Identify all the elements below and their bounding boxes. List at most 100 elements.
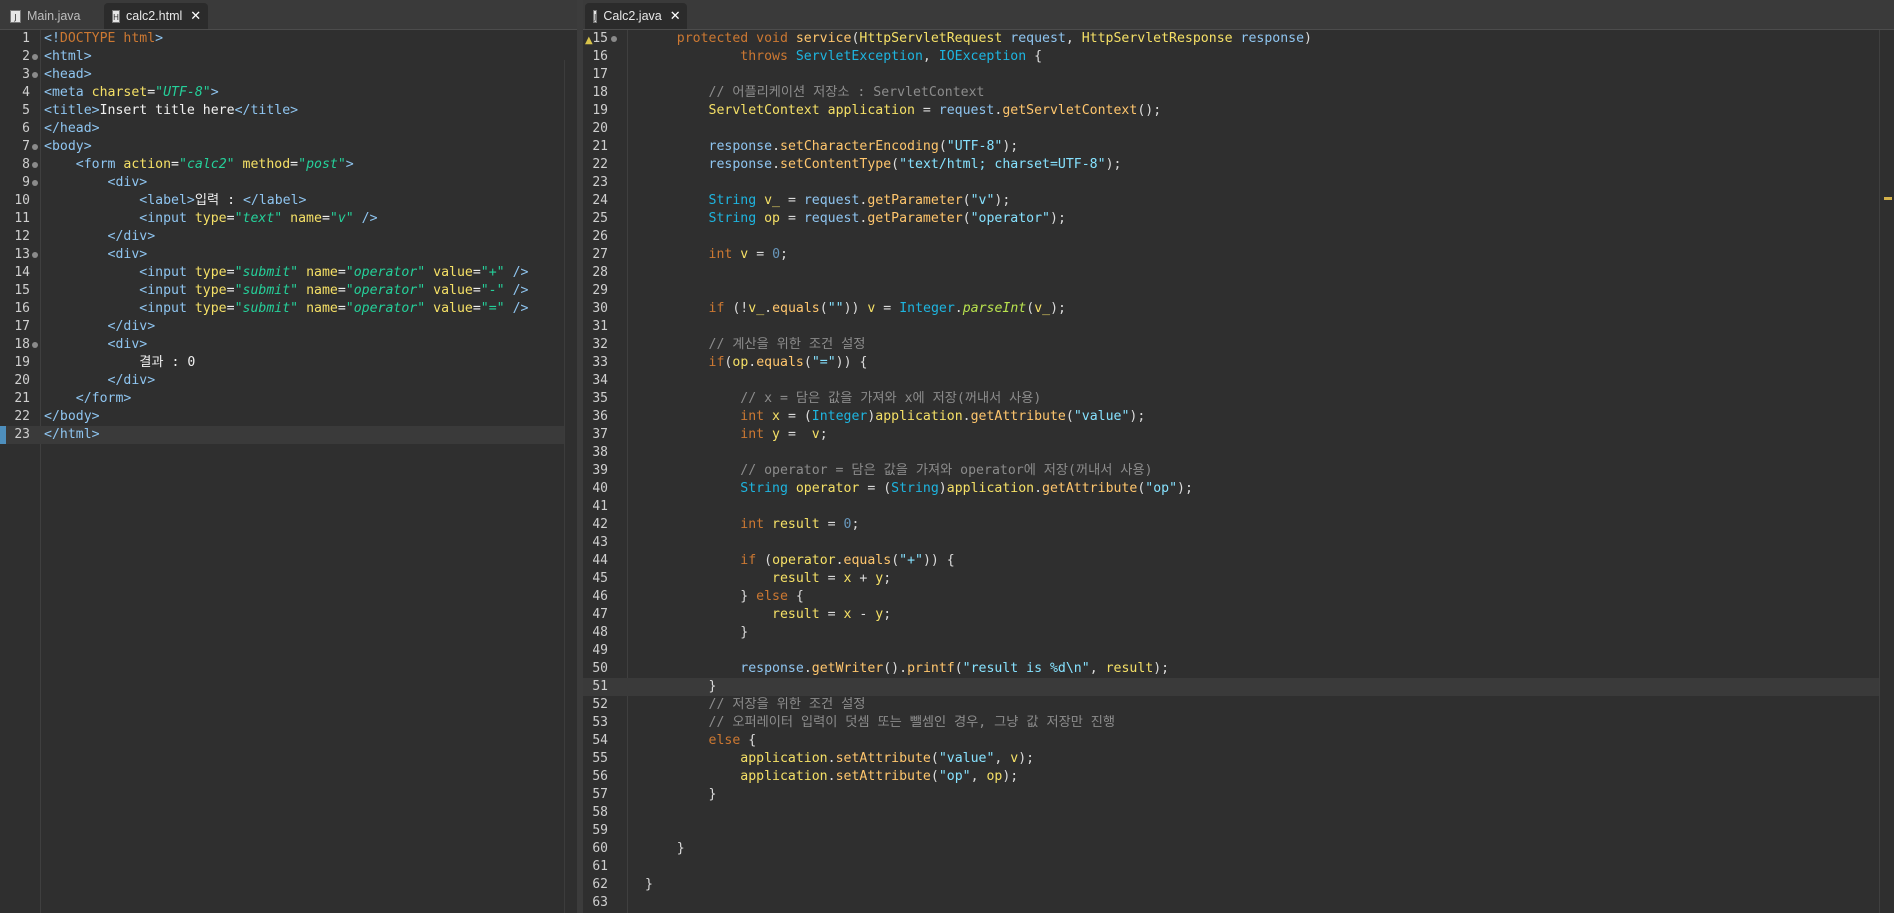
close-icon[interactable]: ✕ bbox=[190, 9, 201, 24]
code-line[interactable]: 53 // 오퍼레이터 입력이 덧셈 또는 뺄셈인 경우, 그냥 값 저장만 진… bbox=[583, 714, 1894, 732]
code-line[interactable]: 60 } bbox=[583, 840, 1894, 858]
code-line[interactable]: 17 bbox=[583, 66, 1894, 84]
code-line[interactable]: 11 <input type="text" name="v" /> bbox=[0, 210, 577, 228]
code-token: ( bbox=[962, 193, 971, 208]
code-line[interactable]: 7 <body> bbox=[0, 138, 577, 156]
code-line[interactable]: 26 bbox=[583, 228, 1894, 246]
code-line[interactable]: 52 // 저장을 위한 조건 설정 bbox=[583, 696, 1894, 714]
code-token: "operator" bbox=[345, 301, 426, 316]
fold-toggle-icon[interactable] bbox=[32, 180, 38, 186]
code-line[interactable]: 39 // operator = 담은 값을 가져와 operator에 저장(… bbox=[583, 462, 1894, 480]
code-line[interactable]: 48 } bbox=[583, 624, 1894, 642]
code-line[interactable]: 54 else { bbox=[583, 732, 1894, 750]
tab-calc2-html[interactable]: H calc2.html ✕ bbox=[104, 3, 208, 29]
line-number: 36 bbox=[592, 409, 608, 424]
fold-toggle-icon[interactable] bbox=[32, 342, 38, 348]
fold-toggle-icon[interactable] bbox=[611, 36, 617, 42]
tab-calc2-java[interactable]: J Calc2.java ✕ bbox=[585, 3, 687, 29]
code-line[interactable]: 50 response.getWriter().printf("result i… bbox=[583, 660, 1894, 678]
code-line[interactable]: 59 bbox=[583, 822, 1894, 840]
code-line[interactable]: 31 bbox=[583, 318, 1894, 336]
line-number: 43 bbox=[592, 535, 608, 550]
code-line[interactable]: 46 } else { bbox=[583, 588, 1894, 606]
fold-toggle-icon[interactable] bbox=[32, 144, 38, 150]
code-line[interactable]: 40 String operator = (String)application… bbox=[583, 480, 1894, 498]
tab-main-java[interactable]: J Main.java bbox=[2, 3, 102, 29]
code-line[interactable]: 56 application.setAttribute("op", op); bbox=[583, 768, 1894, 786]
code-line[interactable]: 14 <input type="submit" name="operator" … bbox=[0, 264, 577, 282]
code-line[interactable]: 27 int v = 0; bbox=[583, 246, 1894, 264]
fold-toggle-icon[interactable] bbox=[32, 54, 38, 60]
code-line[interactable]: 19 결과 : 0 bbox=[0, 354, 577, 372]
overview-ruler[interactable] bbox=[1879, 30, 1894, 913]
code-token: . bbox=[1034, 481, 1043, 496]
code-line[interactable]: 37 int y = v; bbox=[583, 426, 1894, 444]
current-line[interactable]: 51 } bbox=[583, 678, 1894, 696]
code-line[interactable]: 2 <html> bbox=[0, 48, 577, 66]
code-text: <form action="calc2" method="post"> bbox=[44, 156, 354, 174]
code-line[interactable]: 55 application.setAttribute("value", v); bbox=[583, 750, 1894, 768]
code-line[interactable]: 13 <div> bbox=[0, 246, 577, 264]
code-line[interactable]: 15 <input type="submit" name="operator" … bbox=[0, 282, 577, 300]
code-line[interactable]: 63 bbox=[583, 894, 1894, 912]
code-line[interactable]: 19 ServletContext application = request.… bbox=[583, 102, 1894, 120]
vertical-scrollbar[interactable] bbox=[564, 60, 577, 913]
code-line[interactable]: 3 <head> bbox=[0, 66, 577, 84]
code-line[interactable]: 29 bbox=[583, 282, 1894, 300]
code-line[interactable]: 25 String op = request.getParameter("ope… bbox=[583, 210, 1894, 228]
html-code-editor[interactable]: 1 <!DOCTYPE html> 2 <html> 3 <head> 4 <meta cha… bbox=[0, 30, 577, 913]
code-token: application bbox=[827, 103, 915, 118]
java-code-editor[interactable]: 15 ▲ protected void service(HttpServletRe… bbox=[583, 30, 1894, 913]
code-line[interactable]: 1 <!DOCTYPE html> bbox=[0, 30, 577, 48]
code-line[interactable]: 20 bbox=[583, 120, 1894, 138]
code-line[interactable]: 16 throws ServletException, IOException … bbox=[583, 48, 1894, 66]
code-line[interactable]: 21 response.setCharacterEncoding("UTF-8"… bbox=[583, 138, 1894, 156]
code-line[interactable]: 42 int result = 0; bbox=[583, 516, 1894, 534]
code-line[interactable]: 16 <input type="submit" name="operator" … bbox=[0, 300, 577, 318]
fold-toggle-icon[interactable] bbox=[32, 162, 38, 168]
current-line[interactable]: 23 </html> bbox=[0, 426, 577, 444]
code-line[interactable]: 58 bbox=[583, 804, 1894, 822]
code-line[interactable]: 35 // x = 담은 값을 가져와 x에 저장(꺼내서 사용) bbox=[583, 390, 1894, 408]
code-token: ( bbox=[1065, 409, 1074, 424]
code-line[interactable]: 38 bbox=[583, 444, 1894, 462]
code-line[interactable]: 57 } bbox=[583, 786, 1894, 804]
code-line[interactable]: 62} bbox=[583, 876, 1894, 894]
code-line[interactable]: 32 // 계산을 위한 조건 설정 bbox=[583, 336, 1894, 354]
code-line[interactable]: 49 bbox=[583, 642, 1894, 660]
code-line[interactable]: 6 </head> bbox=[0, 120, 577, 138]
warning-marker[interactable] bbox=[1884, 197, 1892, 200]
code-line[interactable]: 45 result = x + y; bbox=[583, 570, 1894, 588]
code-line[interactable]: 18 // 어플리케이션 저장소 : ServletContext bbox=[583, 84, 1894, 102]
code-line[interactable]: 10 <label>입력 : </label> bbox=[0, 192, 577, 210]
close-icon[interactable]: ✕ bbox=[670, 9, 681, 24]
code-line[interactable]: 23 bbox=[583, 174, 1894, 192]
fold-toggle-icon[interactable] bbox=[32, 72, 38, 78]
code-line[interactable]: 21 </form> bbox=[0, 390, 577, 408]
fold-toggle-icon[interactable] bbox=[32, 252, 38, 258]
code-line[interactable]: 43 bbox=[583, 534, 1894, 552]
code-line[interactable]: 41 bbox=[583, 498, 1894, 516]
code-text: } bbox=[645, 786, 717, 804]
code-line[interactable]: 36 int x = (Integer)application.getAttri… bbox=[583, 408, 1894, 426]
code-line[interactable]: 12 </div> bbox=[0, 228, 577, 246]
code-line[interactable]: 9 <div> bbox=[0, 174, 577, 192]
code-line[interactable]: 22 response.setContentType("text/html; c… bbox=[583, 156, 1894, 174]
code-line[interactable]: 5 <title>Insert title here</title> bbox=[0, 102, 577, 120]
code-line[interactable]: 8 <form action="calc2" method="post"> bbox=[0, 156, 577, 174]
code-line[interactable]: 24 String v_ = request.getParameter("v")… bbox=[583, 192, 1894, 210]
code-line[interactable]: 4 <meta charset="UTF-8"> bbox=[0, 84, 577, 102]
code-line[interactable]: 47 result = x - y; bbox=[583, 606, 1894, 624]
code-line[interactable]: 17 </div> bbox=[0, 318, 577, 336]
code-line[interactable]: 20 </div> bbox=[0, 372, 577, 390]
code-line[interactable]: 30 if (!v_.equals("")) v = Integer.parse… bbox=[583, 300, 1894, 318]
code-line[interactable]: 22 </body> bbox=[0, 408, 577, 426]
code-line[interactable]: 61 bbox=[583, 858, 1894, 876]
code-line[interactable]: 34 bbox=[583, 372, 1894, 390]
code-line[interactable]: 18 <div> bbox=[0, 336, 577, 354]
code-line[interactable]: 33 if(op.equals("=")) { bbox=[583, 354, 1894, 372]
code-line[interactable]: 15 ▲ protected void service(HttpServletRe… bbox=[583, 30, 1894, 48]
code-line[interactable]: 44 if (operator.equals("+")) { bbox=[583, 552, 1894, 570]
code-line[interactable]: 28 bbox=[583, 264, 1894, 282]
